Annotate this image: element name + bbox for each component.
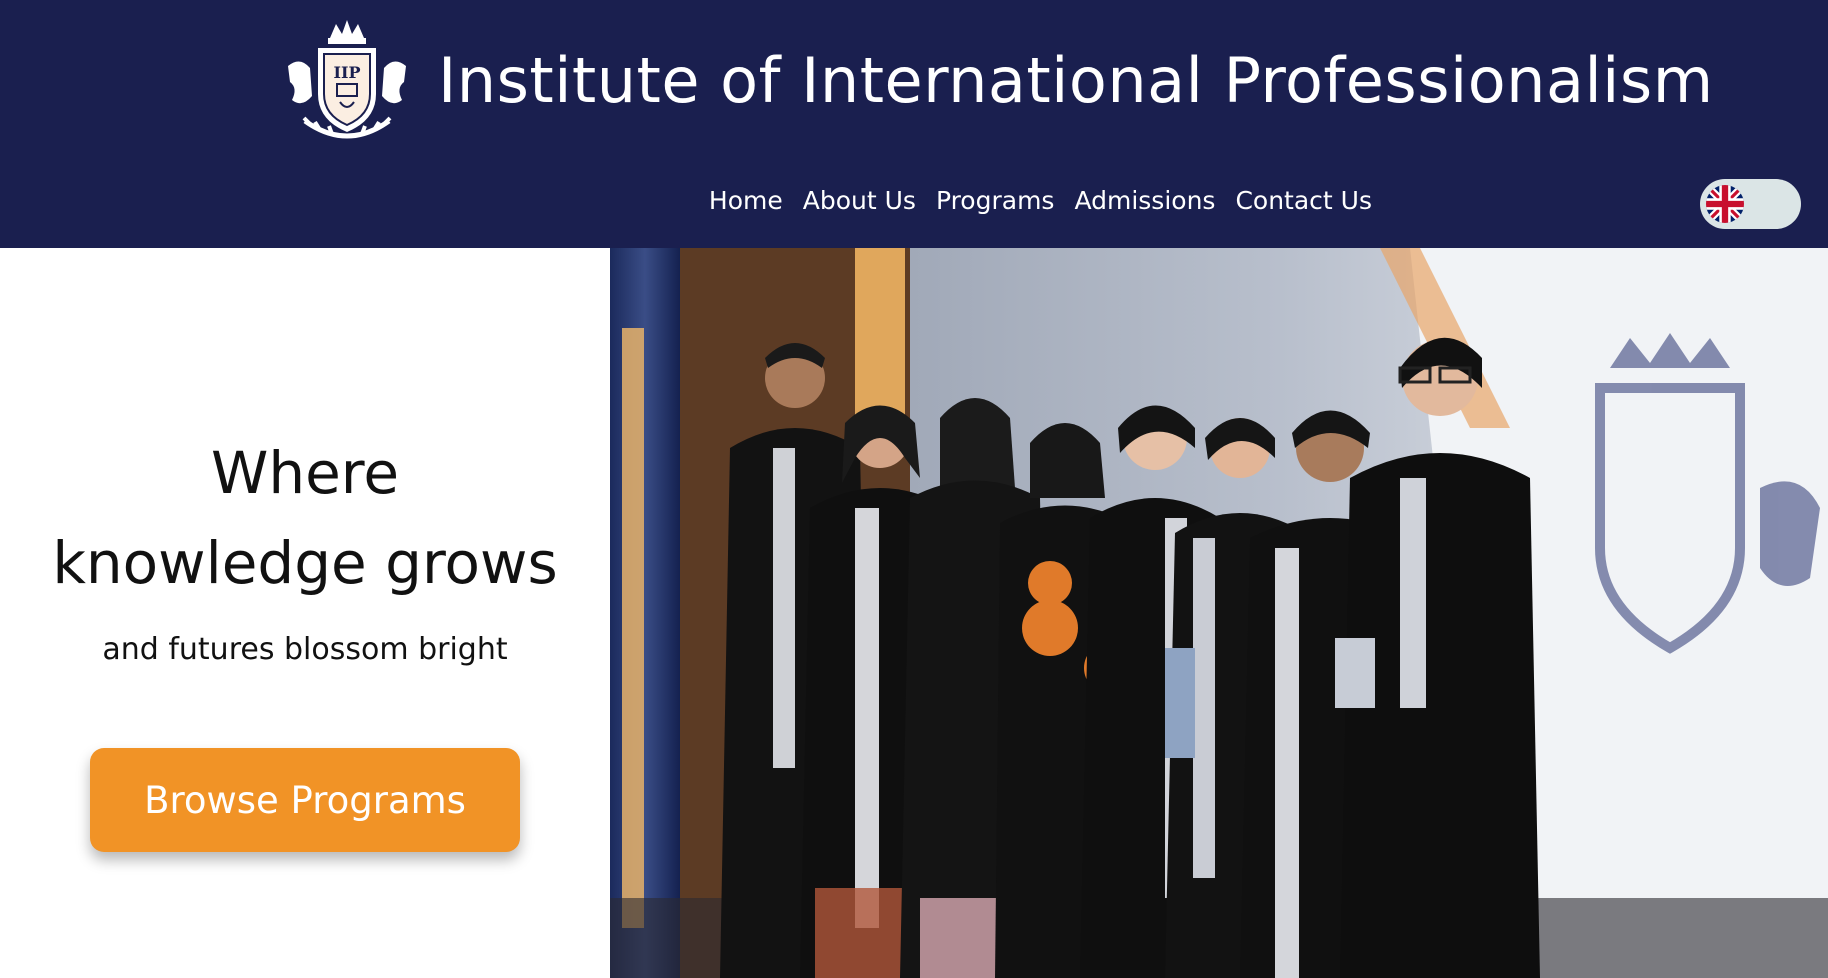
- site-title: Institute of International Professionali…: [438, 44, 1714, 117]
- language-toggle[interactable]: [1700, 179, 1801, 229]
- nav-item-contact-us[interactable]: Contact Us: [1235, 186, 1372, 215]
- graduation-photo: [610, 248, 1828, 978]
- nav-item-programs[interactable]: Programs: [936, 186, 1055, 215]
- hero-headline-line2: knowledge grows: [52, 529, 558, 597]
- uk-flag-icon: [1706, 185, 1744, 223]
- hero-headline: Where knowledge grows: [0, 428, 610, 608]
- browse-programs-button[interactable]: Browse Programs: [90, 748, 520, 852]
- hero-subheadline: and futures blossom bright: [102, 632, 508, 667]
- logo-text: IIP: [334, 63, 361, 82]
- nav-item-about-us[interactable]: About Us: [803, 186, 916, 215]
- hero-headline-line1: Where: [210, 439, 400, 507]
- nav-item-home[interactable]: Home: [709, 186, 783, 215]
- institute-crest-logo[interactable]: IIP: [280, 16, 414, 150]
- site-header: IIP Institute of International Professio…: [0, 0, 1828, 248]
- nav-item-admissions[interactable]: Admissions: [1074, 186, 1215, 215]
- hero-text-panel: Where knowledge grows and futures blosso…: [0, 248, 610, 978]
- main-nav: Home About Us Programs Admissions Contac…: [709, 186, 1372, 215]
